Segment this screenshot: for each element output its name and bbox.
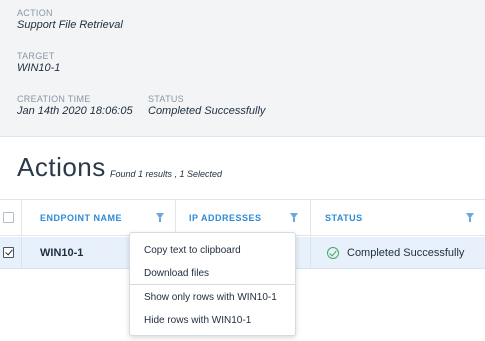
row-checkbox[interactable] — [3, 247, 14, 258]
target-value: WIN10-1 — [17, 62, 61, 74]
endpoint-name-cell[interactable]: WIN10-1 — [40, 237, 83, 269]
status-label: STATUS — [148, 94, 184, 104]
column-header-endpoint-name[interactable]: ENDPOINT NAME — [40, 200, 122, 236]
column-divider — [310, 237, 311, 269]
action-value: Support File Retrieval — [17, 19, 123, 31]
check-circle-icon — [327, 247, 339, 259]
column-header-ip-addresses[interactable]: IP ADDRESSES — [189, 200, 262, 236]
select-all-checkbox[interactable] — [3, 212, 14, 223]
menu-item-copy-text[interactable]: Copy text to clipboard — [144, 245, 241, 256]
action-label: ACTION — [17, 8, 53, 18]
creation-time-value: Jan 14th 2020 18:06:05 — [17, 105, 133, 117]
menu-item-show-only-rows[interactable]: Show only rows with WIN10-1 — [144, 292, 277, 303]
table-header: ENDPOINT NAME IP ADDRESSES STATUS — [0, 199, 485, 236]
column-divider — [175, 200, 176, 236]
results-summary: Found 1 results , 1 Selected — [110, 169, 223, 179]
target-label: TARGET — [17, 51, 55, 61]
status-cell[interactable]: Completed Successfully — [347, 237, 464, 269]
creation-time-label: CREATION TIME — [17, 94, 91, 104]
action-details-panel: ACTION Support File Retrieval TARGET WIN… — [0, 0, 485, 137]
filter-icon[interactable] — [290, 213, 298, 222]
column-divider — [21, 200, 22, 236]
filter-icon[interactable] — [466, 213, 474, 222]
column-divider — [310, 200, 311, 236]
filter-icon[interactable] — [156, 213, 164, 222]
menu-item-download-files[interactable]: Download files — [144, 268, 209, 279]
page-title: Actions — [17, 152, 106, 182]
context-menu: Copy text to clipboard Download files Sh… — [129, 232, 296, 336]
menu-item-hide-rows[interactable]: Hide rows with WIN10-1 — [144, 315, 251, 326]
status-value: Completed Successfully — [148, 105, 266, 117]
column-divider — [21, 237, 22, 269]
menu-divider — [130, 284, 295, 285]
column-header-status[interactable]: STATUS — [325, 200, 363, 236]
